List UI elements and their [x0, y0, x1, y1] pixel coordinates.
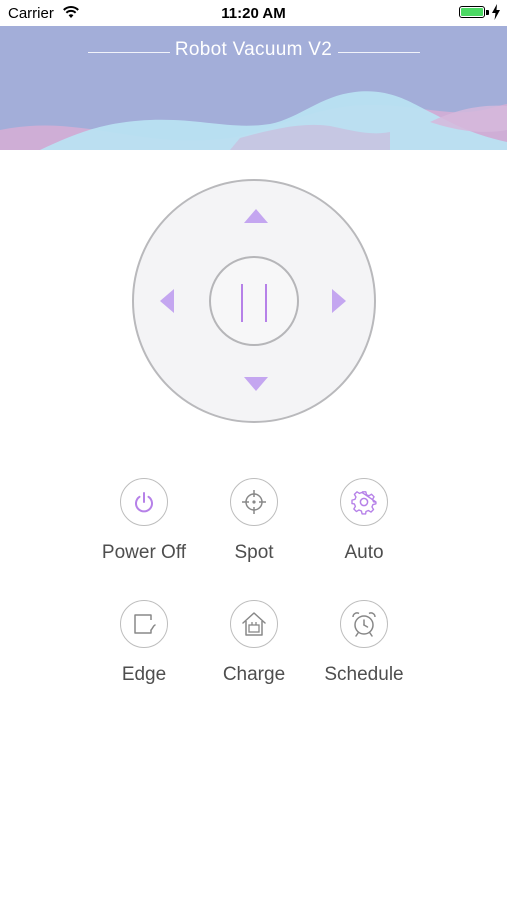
gear-icon: [351, 491, 377, 515]
status-bar: Carrier 11:20 AM: [0, 0, 507, 26]
edge-icon-circle: [120, 600, 168, 648]
battery-tip: [486, 10, 489, 15]
power-icon-circle: [120, 478, 168, 526]
edge-button[interactable]: Edge: [89, 600, 199, 686]
page-title: Robot Vacuum V2: [174, 39, 333, 60]
battery-icon: [459, 6, 485, 18]
charge-button[interactable]: Charge: [199, 600, 309, 686]
schedule-label: Schedule: [324, 664, 404, 685]
alarm-clock-icon: [352, 612, 376, 637]
move-forward-button[interactable]: [244, 209, 268, 223]
app-header: Robot Vacuum V2: [0, 26, 507, 150]
direction-pad: [132, 179, 376, 423]
auto-icon-circle: [340, 478, 388, 526]
edge-label: Edge: [121, 664, 167, 685]
edge-icon: [134, 614, 156, 634]
spot-button[interactable]: Spot: [199, 478, 309, 564]
auto-label: Auto: [344, 542, 384, 563]
charging-dock-icon: [242, 612, 266, 636]
spot-label: Spot: [234, 542, 274, 563]
auto-button[interactable]: Auto: [309, 478, 419, 564]
schedule-icon-circle: [340, 600, 388, 648]
power-off-button[interactable]: Power Off: [89, 478, 199, 564]
charging-bolt-icon: [492, 4, 500, 20]
turn-left-button[interactable]: [160, 289, 174, 313]
schedule-button[interactable]: Schedule: [309, 600, 419, 686]
pause-button[interactable]: [209, 256, 299, 346]
turn-right-button[interactable]: [332, 289, 346, 313]
move-backward-button[interactable]: [244, 377, 268, 391]
power-off-label: Power Off: [101, 542, 187, 563]
spot-icon-circle: [230, 478, 278, 526]
pause-icon: [241, 284, 243, 322]
charge-label: Charge: [222, 664, 286, 685]
pause-icon-bar-2: [265, 284, 267, 322]
charge-icon-circle: [230, 600, 278, 648]
spot-crosshair-icon: [242, 490, 266, 514]
power-icon: [135, 492, 153, 513]
clock-time: 11:20 AM: [221, 5, 286, 22]
